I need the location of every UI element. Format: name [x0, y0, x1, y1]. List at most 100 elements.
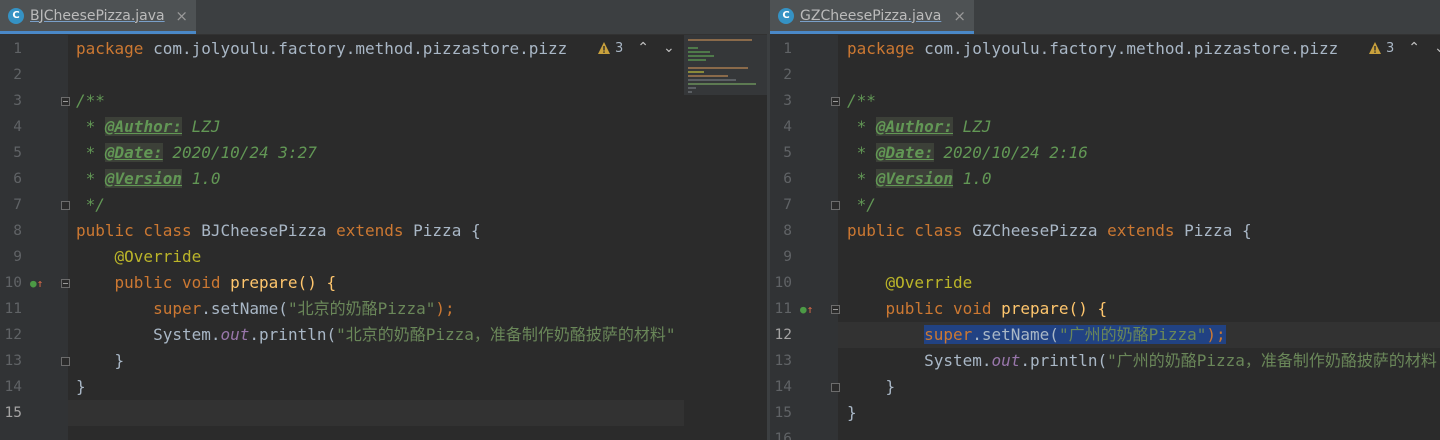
line-number: 6	[783, 171, 792, 187]
doc-text: 2020/10/24 3:27	[162, 143, 317, 162]
code-editor[interactable]: package com.jolyoulu.factory.method.pizz…	[838, 35, 1440, 440]
warning-icon	[1369, 42, 1381, 54]
line-number: 8	[13, 223, 22, 239]
chevron-down-icon[interactable]: ⌄	[663, 40, 675, 56]
keyword: package	[76, 39, 144, 58]
code-line: */	[76, 195, 105, 214]
doc-star: *	[847, 143, 876, 162]
code-text: System.	[924, 351, 992, 370]
doc-tag: @Author:	[875, 117, 953, 136]
warning-icon	[598, 42, 610, 54]
chevron-up-icon[interactable]: ⌃	[637, 40, 649, 56]
code-line: /**	[847, 91, 876, 110]
static-field: out	[991, 351, 1021, 370]
doc-star: *	[76, 143, 105, 162]
tab-bar: C GZCheesePizza.java ×	[770, 0, 1440, 35]
tab-gzcheesepizza[interactable]: C GZCheesePizza.java ×	[770, 0, 974, 34]
close-icon[interactable]: ×	[953, 7, 966, 25]
keyword: package	[847, 39, 915, 58]
line-number: 12	[4, 327, 22, 343]
line-number: 10	[4, 275, 22, 291]
line-number-current: 15	[4, 405, 22, 421]
doc-text: 2020/10/24 2:16	[933, 143, 1088, 162]
code-text: Pizza {	[413, 221, 481, 240]
java-class-icon: C	[778, 7, 794, 24]
override-method-icon[interactable]: ●↑	[30, 278, 43, 289]
code-editor[interactable]: package com.jolyoulu.factory.method.pizz…	[68, 35, 767, 440]
line-number: 16	[774, 431, 792, 440]
close-icon[interactable]: ×	[175, 7, 188, 25]
string-literal: "广州的奶酪Pizza，准备制作奶酪披萨的材料	[1107, 351, 1437, 370]
inspection-widget[interactable]: 3 ⌃ ⌄	[597, 40, 675, 56]
line-number-gutter[interactable]: 1 2 3 4 5 6 7 8 9 10 11 12 13 14 15 ●↑	[0, 35, 70, 440]
line-number: 4	[13, 119, 22, 135]
line-number: 5	[13, 145, 22, 161]
doc-star: *	[76, 117, 105, 136]
doc-star: *	[76, 169, 105, 188]
code-line: super.setName("北京的奶酪Pizza");	[76, 296, 455, 322]
code-line: /**	[76, 91, 105, 110]
static-field: out	[220, 325, 250, 344]
line-number-current: 12	[774, 327, 792, 343]
line-number: 1	[783, 41, 792, 57]
class-name: GZCheesePizza	[972, 221, 1108, 240]
code-line: * @Author: LZJ	[847, 114, 992, 140]
code-minimap[interactable]	[684, 35, 767, 95]
chevron-up-icon[interactable]: ⌃	[1408, 40, 1420, 56]
code-line: }	[76, 351, 125, 370]
warning-count: 3	[1386, 40, 1395, 56]
line-number: 9	[13, 249, 22, 265]
keyword: super	[924, 325, 973, 344]
line-number: 14	[774, 379, 792, 395]
code-line: System.out.println("北京的奶酪Pizza，准备制作奶酪披萨的…	[76, 322, 676, 348]
doc-tag: @Date:	[104, 143, 163, 162]
editor-pane-left: C BJCheesePizza.java × 1 2 3 4 5 6 7 8 9…	[0, 0, 767, 440]
code-line: package com.jolyoulu.factory.method.pizz…	[76, 36, 567, 62]
code-text: .setName(	[972, 325, 1059, 344]
chevron-down-icon[interactable]: ⌄	[1434, 40, 1440, 56]
code-line: @Override	[76, 244, 202, 270]
annotation: @Override	[885, 273, 973, 292]
tab-bar: C BJCheesePizza.java ×	[0, 0, 767, 35]
text-selection[interactable]: super.setName("广州的奶酪Pizza");	[924, 325, 1226, 344]
keyword: public void	[114, 273, 231, 292]
tab-bjcheesepizza[interactable]: C BJCheesePizza.java ×	[0, 0, 196, 34]
doc-tag: @Date:	[875, 143, 934, 162]
line-number-gutter[interactable]: 1 2 3 4 5 6 7 8 9 10 11 12 13 14 15 16 ●…	[770, 35, 840, 440]
editor-pane-right: C GZCheesePizza.java × 1 2 3 4 5 6 7 8 9…	[770, 0, 1440, 440]
string-literal: "北京的奶酪Pizza，准备制作奶酪披萨的材料"	[336, 325, 676, 344]
line-number: 11	[4, 301, 22, 317]
line-number: 4	[783, 119, 792, 135]
doc-text: 1.0	[181, 169, 221, 188]
code-line: */	[847, 195, 876, 214]
doc-star: *	[847, 117, 876, 136]
keyword: public void	[885, 299, 1002, 318]
line-number: 3	[783, 93, 792, 109]
code-text: .setName(	[201, 299, 288, 318]
code-line: package com.jolyoulu.factory.method.pizz…	[847, 36, 1338, 62]
keyword: public class	[847, 221, 973, 240]
code-line: * @Author: LZJ	[76, 114, 221, 140]
method-declaration: prepare() {	[1001, 299, 1108, 318]
code-text: System.	[153, 325, 221, 344]
code-line: public void prepare() {	[76, 270, 337, 296]
line-number: 3	[13, 93, 22, 109]
override-method-icon[interactable]: ●↑	[800, 304, 813, 315]
package-name: com.jolyoulu.factory.method.pizzastore.p…	[914, 39, 1339, 58]
code-line: public class GZCheesePizza extends Pizza…	[847, 218, 1252, 244]
code-line: * @Version 1.0	[847, 166, 992, 192]
inspection-widget[interactable]: 3 ⌃ ⌄	[1368, 40, 1440, 56]
doc-text: LZJ	[952, 117, 992, 136]
code-text: );	[435, 299, 455, 318]
line-number: 7	[783, 197, 792, 213]
code-line: public void prepare() {	[847, 296, 1108, 322]
string-literal: "广州的奶酪Pizza"	[1058, 325, 1207, 344]
line-number: 11	[774, 301, 792, 317]
keyword: super	[153, 299, 202, 318]
